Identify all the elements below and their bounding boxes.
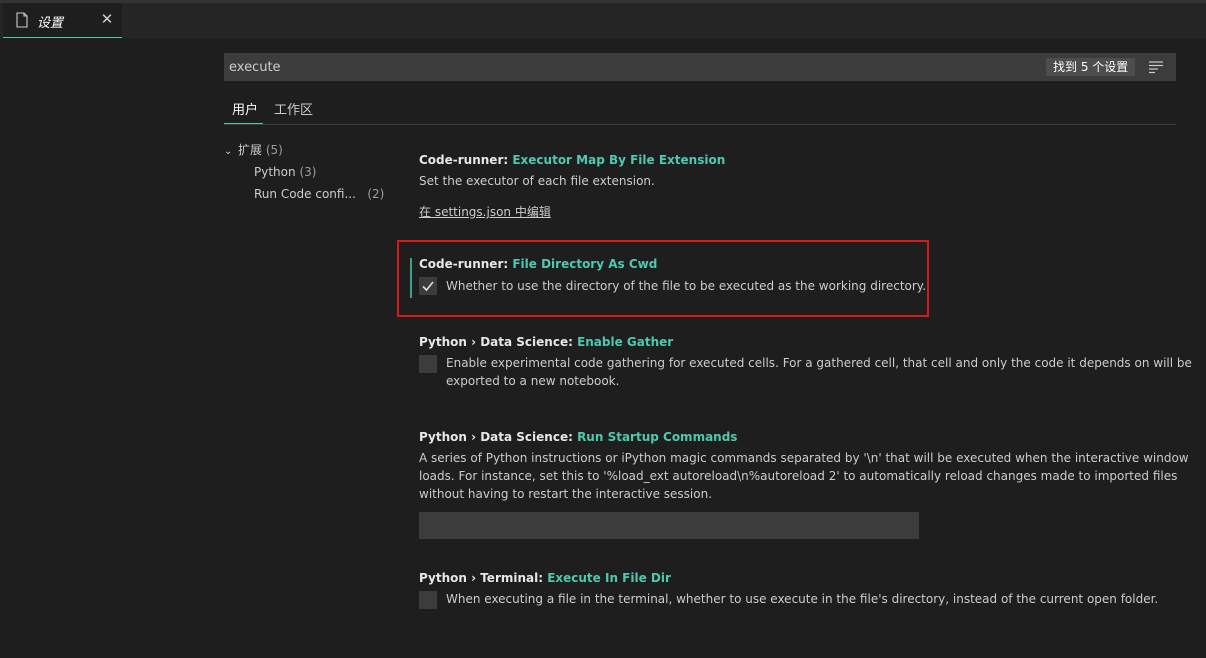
toc-count: (2) — [367, 187, 385, 201]
settings-search-box: 找到 5 个设置 — [224, 53, 1176, 81]
setting-description-line: A series of Python instructions or iPyth… — [419, 451, 1189, 465]
setting-category: Python › Data Science: — [419, 335, 578, 349]
startup-commands-input[interactable] — [419, 512, 919, 539]
tab-settings[interactable]: 设置 ✕ — [3, 3, 122, 38]
setting-description-line: without having to restart the interactiv… — [419, 487, 713, 501]
enable-gather-checkbox[interactable] — [419, 355, 437, 373]
setting-title: Python › Data Science: Enable Gather — [419, 333, 1159, 351]
setting-executor-map: Code-runner: Executor Map By File Extens… — [419, 151, 1159, 220]
setting-description: A series of Python instructions or iPyth… — [419, 449, 1189, 503]
red-highlight-annotation — [397, 240, 929, 317]
setting-key: Execute In File Dir — [547, 571, 671, 585]
setting-description: Set the executor of each file extension. — [419, 174, 655, 188]
setting-execute-in-file-dir: Python › Terminal: Execute In File Dir W… — [419, 569, 1159, 613]
setting-key: Enable Gather — [577, 335, 674, 349]
setting-key: Executor Map By File Extension — [512, 153, 726, 167]
setting-category: Python › Terminal: — [419, 571, 548, 585]
tab-user[interactable]: 用户 — [224, 99, 263, 124]
toc-item-extensions[interactable]: ⌄ 扩展 (5) — [224, 140, 283, 160]
toc-label: Run Code confi... — [254, 187, 356, 201]
clear-filter-icon[interactable] — [1148, 60, 1164, 74]
setting-description-line: Enable experimental code gathering for e… — [446, 356, 1192, 370]
setting-description-line: exported to a new notebook. — [446, 374, 620, 388]
setting-description-line: loads. For instance, set this to '%load_… — [419, 469, 1178, 483]
setting-category: Python › Data Science: — [419, 430, 578, 444]
editor-tab-bar: 设置 ✕ — [0, 0, 1206, 38]
settings-scope-tabs: 用户 工作区 — [224, 94, 1176, 125]
setting-run-startup-commands: Python › Data Science: Run Startup Comma… — [419, 428, 1189, 540]
toc-label: Python — [254, 165, 296, 179]
setting-key: Run Startup Commands — [577, 430, 738, 444]
toc-item-run-code[interactable]: Run Code confi... (2) — [254, 184, 384, 204]
setting-description: Enable experimental code gathering for e… — [446, 354, 1192, 390]
toc-count: (3) — [299, 165, 317, 179]
setting-title: Code-runner: Executor Map By File Extens… — [419, 151, 1159, 169]
toc-label: 扩展 — [238, 143, 263, 157]
execute-in-file-dir-checkbox[interactable] — [419, 591, 437, 609]
toc-item-python[interactable]: Python (3) — [254, 162, 316, 182]
edit-in-settings-json-link[interactable]: 在 settings.json 中编辑 — [419, 205, 551, 219]
chevron-down-icon: ⌄ — [224, 146, 233, 157]
setting-category: Code-runner: — [419, 153, 513, 167]
setting-title: Python › Terminal: Execute In File Dir — [419, 569, 1159, 587]
close-icon[interactable]: ✕ — [99, 11, 115, 27]
tab-bar-top-border — [0, 0, 1206, 3]
setting-description: When executing a file in the terminal, w… — [446, 592, 1159, 606]
file-icon — [16, 12, 28, 28]
setting-title: Python › Data Science: Run Startup Comma… — [419, 428, 1159, 446]
tab-label: 设置 — [37, 16, 64, 31]
result-count-badge: 找到 5 个设置 — [1046, 58, 1136, 76]
tab-workspace[interactable]: 工作区 — [274, 99, 313, 124]
setting-enable-gather: Python › Data Science: Enable Gather Ena… — [419, 333, 1192, 395]
toc-count: (5) — [265, 143, 283, 157]
search-input[interactable] — [224, 53, 1024, 81]
